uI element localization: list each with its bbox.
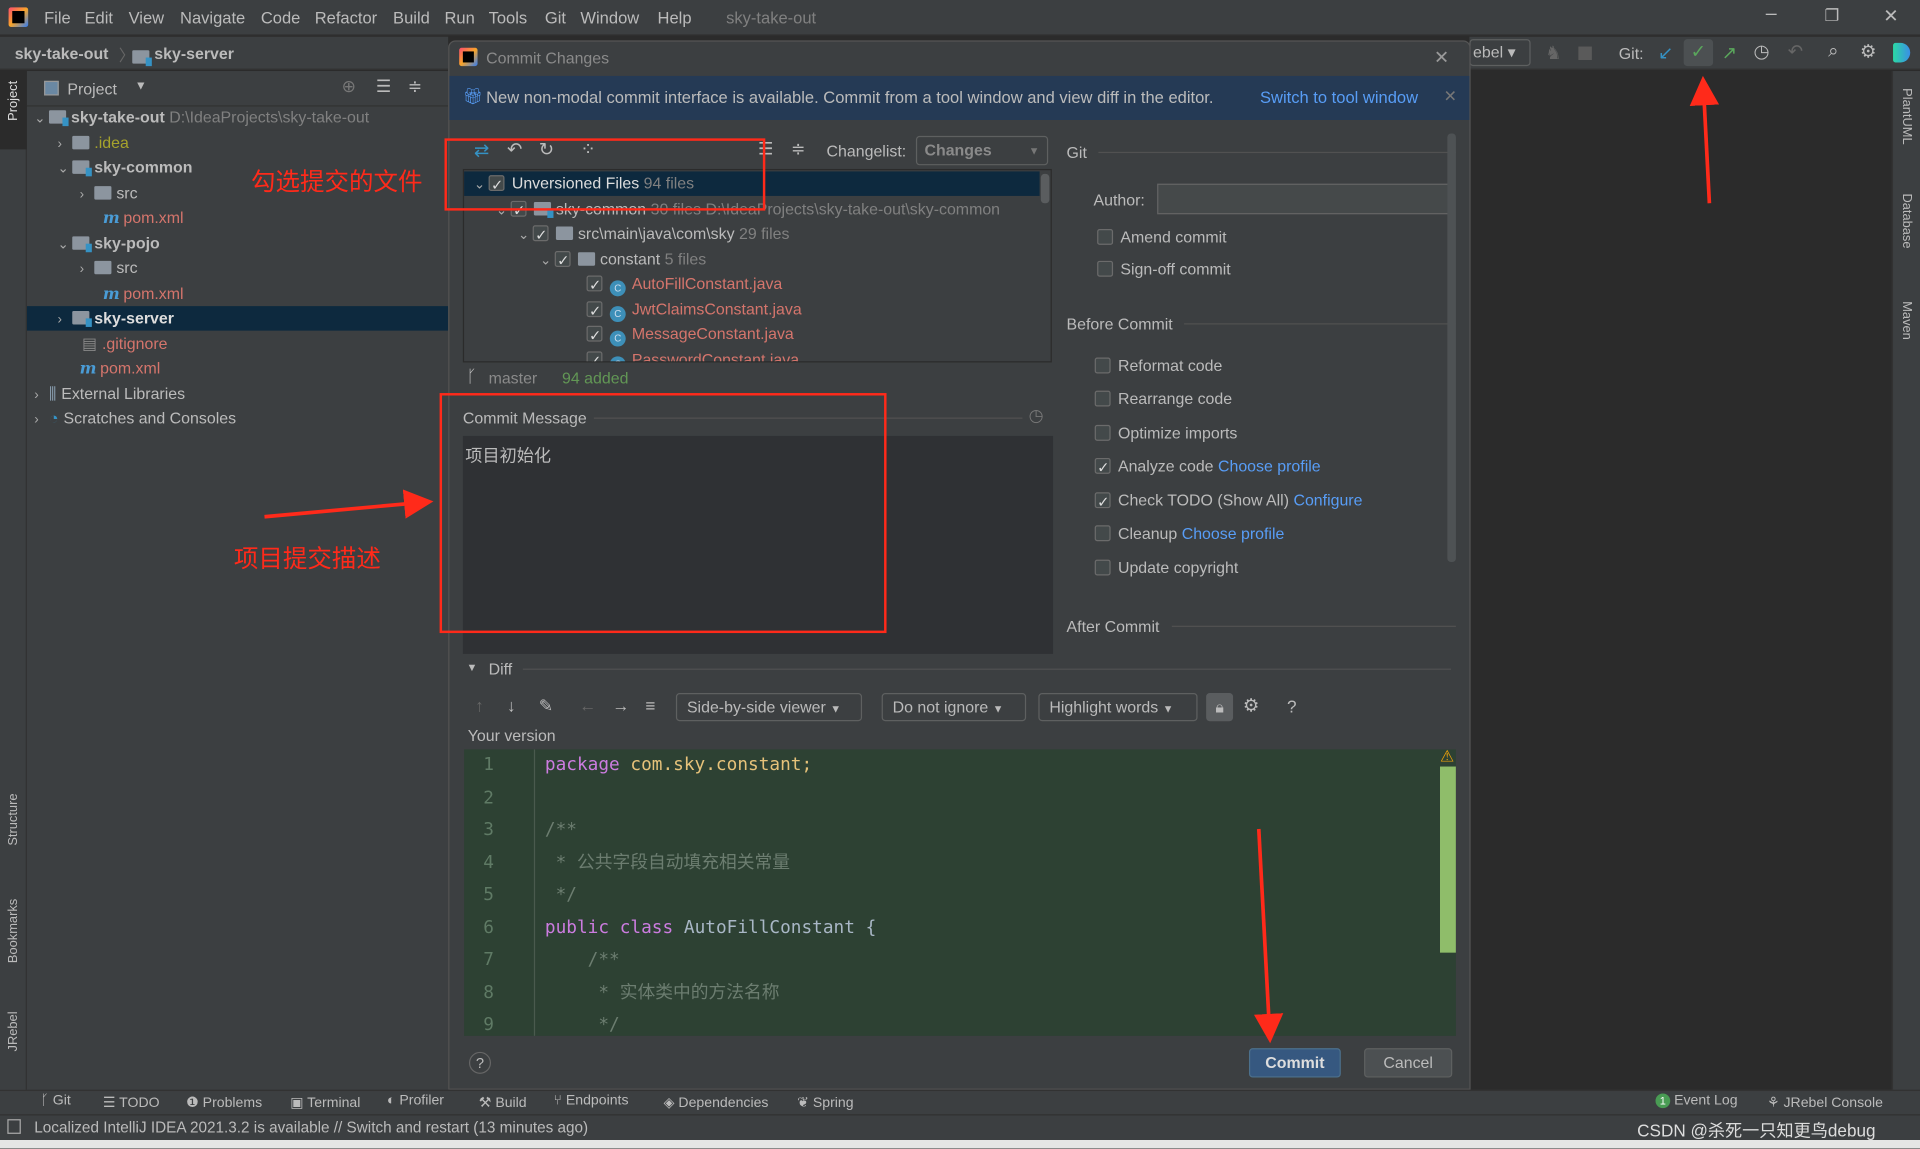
arrow-to-commit-icon xyxy=(1689,75,1720,204)
annotation-arrows xyxy=(264,75,1720,1044)
arrow-to-commit-button xyxy=(1253,828,1284,1044)
arrow-to-message xyxy=(264,489,434,519)
